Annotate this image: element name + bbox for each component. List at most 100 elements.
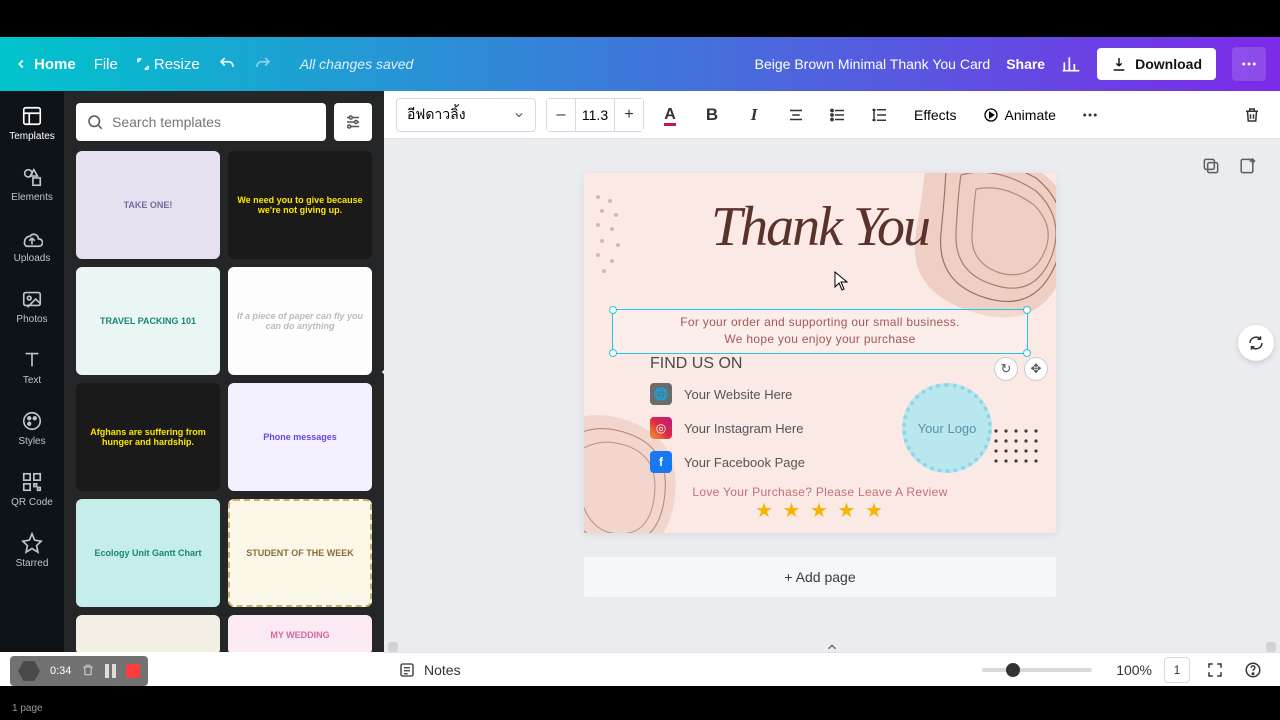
rail-elements[interactable]: Elements xyxy=(0,162,64,207)
card-title[interactable]: Thank You xyxy=(584,199,1056,255)
contacts-list: 🌐 Your Website Here ◎ Your Instagram Her… xyxy=(650,383,805,473)
resize-menu[interactable]: Resize xyxy=(136,56,200,73)
zoom-slider[interactable] xyxy=(982,668,1092,672)
page-count-button[interactable]: 1 xyxy=(1164,657,1190,683)
rail-photos-label: Photos xyxy=(16,314,47,325)
dots-icon xyxy=(1081,106,1099,124)
template-thumb[interactable]: STUDENT OF THE WEEK xyxy=(228,499,372,607)
recorder-logo-icon xyxy=(18,660,40,682)
copy-icon xyxy=(1201,156,1221,176)
star-rating[interactable]: ★ ★ ★ ★ ★ xyxy=(584,498,1056,523)
notes-icon xyxy=(398,661,416,679)
rail-uploads[interactable]: Uploads xyxy=(0,223,64,268)
animate-button[interactable]: Animate xyxy=(975,101,1064,129)
find-us-heading[interactable]: FIND US ON xyxy=(650,355,742,373)
redo-button[interactable] xyxy=(254,55,272,73)
text-icon xyxy=(21,349,43,371)
help-button[interactable] xyxy=(1240,657,1266,683)
font-size-input[interactable] xyxy=(575,99,615,131)
template-thumb[interactable] xyxy=(76,615,220,652)
template-thumb[interactable]: Ecology Unit Gantt Chart xyxy=(76,499,220,607)
icon-rail: Templates Elements Uploads Photos Text S… xyxy=(0,91,64,652)
rail-templates[interactable]: Templates xyxy=(0,101,64,146)
list-button[interactable] xyxy=(822,99,854,131)
templates-panel: TAKE ONE! We need you to give because we… xyxy=(64,91,384,652)
search-box[interactable] xyxy=(76,103,326,141)
recording-delete-button[interactable] xyxy=(81,663,95,680)
card-subtext-1: For your order and supporting our small … xyxy=(680,315,960,329)
align-button[interactable] xyxy=(780,99,812,131)
contact-row[interactable]: f Your Facebook Page xyxy=(650,451,805,473)
more-button[interactable] xyxy=(1232,47,1266,81)
effects-button[interactable]: Effects xyxy=(906,101,965,129)
font-size-plus[interactable]: + xyxy=(615,99,643,131)
scroll-left-button[interactable] xyxy=(388,642,398,652)
contact-row[interactable]: 🌐 Your Website Here xyxy=(650,383,805,405)
document-title[interactable]: Beige Brown Minimal Thank You Card xyxy=(755,56,991,72)
zoom-value[interactable]: 100% xyxy=(1104,662,1152,678)
undo-button[interactable] xyxy=(218,55,236,73)
selection-handle[interactable] xyxy=(1023,306,1031,314)
template-thumb[interactable]: TRAVEL PACKING 101 xyxy=(76,267,220,375)
bold-button[interactable]: B xyxy=(696,99,728,131)
refresh-button[interactable] xyxy=(1238,325,1274,361)
selection-handle[interactable] xyxy=(1023,349,1031,357)
rotate-handle[interactable]: ↻ xyxy=(994,357,1018,381)
download-button[interactable]: Download xyxy=(1097,48,1216,80)
template-thumb[interactable]: MY WEDDING xyxy=(228,615,372,652)
logo-placeholder[interactable]: Your Logo xyxy=(902,383,992,473)
contact-row[interactable]: ◎ Your Instagram Here xyxy=(650,417,805,439)
add-page-button[interactable]: + Add page xyxy=(584,557,1056,597)
download-label: Download xyxy=(1135,56,1202,72)
share-button[interactable]: Share xyxy=(1006,56,1045,72)
recording-time: 0:34 xyxy=(50,665,71,677)
font-family-select[interactable]: อีฟดาวลิ้ง xyxy=(396,98,536,132)
template-thumb[interactable]: Phone messages xyxy=(228,383,372,491)
fullscreen-button[interactable] xyxy=(1202,657,1228,683)
design-canvas[interactable]: Thank You For your order and supporting … xyxy=(584,173,1056,533)
rail-qrcode[interactable]: QR Code xyxy=(0,467,64,512)
text-toolbar: อีฟดาวลิ้ง – + A B I Effects xyxy=(384,91,1280,139)
rail-starred[interactable]: Starred xyxy=(0,528,64,573)
spacing-button[interactable] xyxy=(864,99,896,131)
review-text[interactable]: Love Your Purchase? Please Leave A Revie… xyxy=(584,485,1056,499)
scroll-right-button[interactable] xyxy=(1266,642,1276,652)
rail-text[interactable]: Text xyxy=(0,345,64,390)
file-menu[interactable]: File xyxy=(94,56,118,73)
zoom-slider-knob[interactable] xyxy=(1006,663,1020,677)
rail-photos[interactable]: Photos xyxy=(0,284,64,329)
collapse-panel-button[interactable] xyxy=(376,348,384,396)
animate-label: Animate xyxy=(1005,107,1056,123)
duplicate-page-button[interactable] xyxy=(1198,153,1224,179)
notes-button[interactable]: Notes xyxy=(398,661,461,679)
insights-icon[interactable] xyxy=(1061,54,1081,74)
selection-handle[interactable] xyxy=(609,349,617,357)
toolbar-more-button[interactable] xyxy=(1074,99,1106,131)
rail-starred-label: Starred xyxy=(16,558,49,569)
font-size-minus[interactable]: – xyxy=(547,99,575,131)
template-thumb[interactable]: We need you to give because we're not gi… xyxy=(228,151,372,259)
recording-stop-button[interactable] xyxy=(126,664,140,678)
template-thumb[interactable]: If a piece of paper can fly you can do a… xyxy=(228,267,372,375)
chevron-left-icon xyxy=(14,57,28,71)
styles-icon xyxy=(21,410,43,432)
canvas-zone[interactable]: Thank You For your order and supporting … xyxy=(384,139,1280,652)
delete-button[interactable] xyxy=(1236,99,1268,131)
search-input[interactable] xyxy=(112,114,316,130)
dots-icon xyxy=(1240,55,1258,73)
selected-text-box[interactable]: For your order and supporting our small … xyxy=(612,309,1028,354)
template-thumb[interactable]: Afghans are suffering from hunger and ha… xyxy=(76,383,220,491)
editor-area: อีฟดาวลิ้ง – + A B I Effects xyxy=(384,91,1280,652)
filter-button[interactable] xyxy=(334,103,372,141)
add-page-above-button[interactable] xyxy=(1234,153,1260,179)
move-handle[interactable]: ✥ xyxy=(1024,357,1048,381)
selection-handle[interactable] xyxy=(609,306,617,314)
template-thumb[interactable]: TAKE ONE! xyxy=(76,151,220,259)
page-navigator-toggle[interactable] xyxy=(820,640,844,652)
qrcode-icon xyxy=(21,471,43,493)
recording-pause-button[interactable] xyxy=(105,664,116,678)
home-button[interactable]: Home xyxy=(14,56,76,73)
rail-styles[interactable]: Styles xyxy=(0,406,64,451)
italic-button[interactable]: I xyxy=(738,99,770,131)
text-color-button[interactable]: A xyxy=(654,99,686,131)
